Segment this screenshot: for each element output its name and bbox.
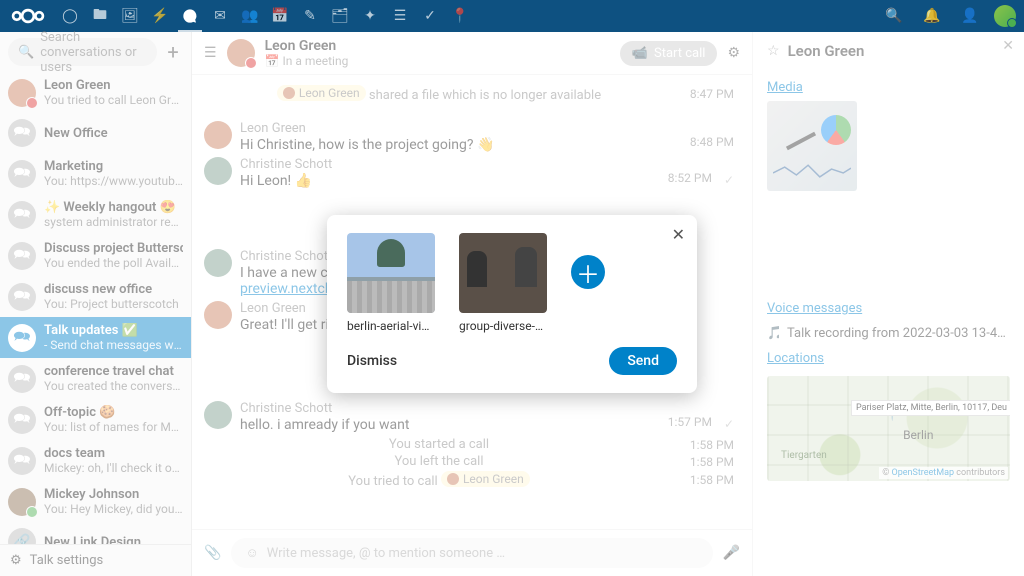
add-attachment-button[interactable]: ＋: [571, 255, 605, 289]
upload-modal: ✕ berlin-aerial-view… group-diverse-pe… …: [327, 215, 697, 393]
activity-icon[interactable]: ⚡: [146, 2, 174, 30]
tasks-icon[interactable]: ☰: [386, 2, 414, 30]
attachment-item[interactable]: group-diverse-pe…: [459, 233, 547, 333]
notes-icon[interactable]: ✎: [296, 2, 324, 30]
dashboard-icon[interactable]: ◯: [56, 2, 84, 30]
calendar-icon[interactable]: 📅: [266, 2, 294, 30]
files-icon[interactable]: 🖿: [86, 2, 114, 30]
top-bar: ◯ 🖿 🖼 ⚡ ✉ 👥 📅 ✎ 🗂 ✦ ☰ ✓ 📍 🔍 🔔 👤: [0, 0, 1024, 32]
search-icon[interactable]: 🔍: [880, 2, 908, 30]
contacts-icon[interactable]: 👥: [236, 2, 264, 30]
close-modal-icon[interactable]: ✕: [672, 225, 685, 244]
talk-icon[interactable]: [176, 2, 204, 30]
dismiss-button[interactable]: Dismiss: [347, 353, 397, 369]
deck-icon[interactable]: 🗂: [326, 2, 354, 30]
notifications-icon[interactable]: 🔔: [918, 2, 946, 30]
user-avatar[interactable]: [994, 5, 1016, 27]
photos-icon[interactable]: 🖼: [116, 2, 144, 30]
mail-icon[interactable]: ✉: [206, 2, 234, 30]
attachment-filename: group-diverse-pe…: [459, 319, 547, 333]
maps-icon[interactable]: 📍: [446, 2, 474, 30]
contacts-menu-icon[interactable]: 👤: [956, 2, 984, 30]
nav-apps: ◯ 🖿 🖼 ⚡ ✉ 👥 📅 ✎ 🗂 ✦ ☰ ✓ 📍: [56, 2, 474, 30]
send-button[interactable]: Send: [609, 347, 677, 375]
modal-overlay: ✕ berlin-aerial-view… group-diverse-pe… …: [0, 32, 1024, 576]
bookmarks-icon[interactable]: ✦: [356, 2, 384, 30]
topbar-right: 🔍 🔔 👤: [880, 2, 1016, 30]
checkmark-icon[interactable]: ✓: [416, 2, 444, 30]
attachment-thumbnail: [459, 233, 547, 313]
app-logo[interactable]: [8, 8, 48, 24]
attachment-item[interactable]: berlin-aerial-view…: [347, 233, 435, 333]
attachment-filename: berlin-aerial-view…: [347, 319, 435, 333]
attachment-thumbnail: [347, 233, 435, 313]
